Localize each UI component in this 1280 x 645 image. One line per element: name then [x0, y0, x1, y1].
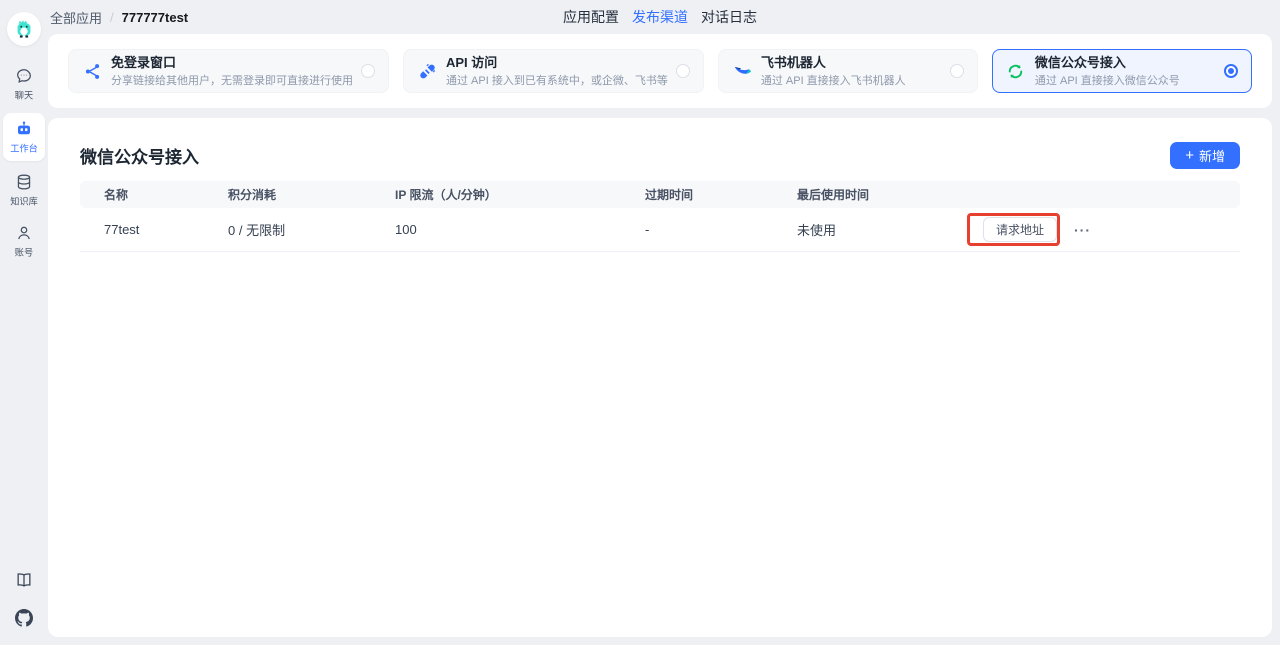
breadcrumb: 全部应用 / 777777test: [48, 8, 188, 27]
col-header-name: 名称: [80, 186, 204, 203]
chat-icon: [15, 67, 33, 85]
github-icon[interactable]: [15, 609, 33, 627]
cell-name: 77test: [80, 222, 204, 237]
card-desc: 通过 API 接入到已有系统中，或企微、飞书等: [446, 72, 668, 88]
card-wechat-official-account[interactable]: 微信公众号接入 通过 API 直接接入微信公众号: [992, 49, 1252, 93]
sidebar-item-label: 账号: [15, 245, 33, 259]
sidebar-item-chat[interactable]: 聊天: [3, 62, 45, 106]
sidebar-item-label: 聊天: [15, 88, 33, 102]
card-desc: 通过 API 直接接入飞书机器人: [761, 72, 942, 88]
card-no-login-window[interactable]: 免登录窗口 分享链接给其他用户，无需登录即可直接进行使用: [68, 49, 389, 93]
col-header-ip-limit: IP 限流（人/分钟）: [371, 186, 621, 203]
radio-checked-icon[interactable]: [1224, 64, 1238, 78]
tab-app-config[interactable]: 应用配置: [563, 7, 619, 27]
app-logo-robot-icon: [13, 18, 35, 40]
account-icon: [15, 224, 33, 242]
main-area: 全部应用 / 777777test 应用配置 发布渠道 对话日志 免登录窗口 分…: [48, 0, 1280, 637]
wechat-official-icon: [1006, 62, 1026, 81]
cell-last-used: 未使用: [773, 220, 955, 239]
cell-expire: -: [621, 222, 773, 237]
card-api-access[interactable]: API 访问 通过 API 接入到已有系统中，或企微、飞书等: [403, 49, 704, 93]
card-title: 免登录窗口: [111, 55, 353, 70]
card-desc: 通过 API 直接接入微信公众号: [1035, 72, 1216, 88]
add-button[interactable]: + 新增: [1170, 142, 1240, 169]
wechat-section-panel: 微信公众号接入 + 新增 名称 积分消耗 IP 限流（人/分钟） 过期时间 最后…: [48, 118, 1272, 637]
request-url-button[interactable]: 请求地址: [983, 217, 1057, 242]
col-header-last-used: 最后使用时间: [773, 186, 955, 203]
share-icon: [82, 62, 102, 81]
cell-points: 0 / 无限制: [204, 220, 371, 239]
radio-unchecked-icon[interactable]: [676, 64, 690, 78]
col-header-expire: 过期时间: [621, 186, 773, 203]
top-tabs: 应用配置 发布渠道 对话日志: [563, 7, 757, 27]
sidebar-nav: 聊天 工作台 知识库: [3, 62, 45, 270]
tab-chat-logs[interactable]: 对话日志: [701, 7, 757, 27]
add-button-label: 新增: [1199, 146, 1225, 165]
plus-icon: +: [1185, 148, 1194, 163]
tab-publish-channel[interactable]: 发布渠道: [632, 7, 688, 27]
channel-cards-panel: 免登录窗口 分享链接给其他用户，无需登录即可直接进行使用 API 访问 通过 A…: [48, 34, 1272, 108]
sidebar-item-knowledge-base[interactable]: 知识库: [3, 168, 45, 212]
sidebar-item-workbench[interactable]: 工作台: [3, 113, 45, 161]
section-title: 微信公众号接入: [80, 143, 199, 168]
sidebar: 聊天 工作台 知识库: [0, 0, 48, 645]
feishu-icon: [732, 62, 752, 81]
radio-unchecked-icon[interactable]: [950, 64, 964, 78]
breadcrumb-all-apps[interactable]: 全部应用: [50, 8, 102, 27]
topbar: 全部应用 / 777777test 应用配置 发布渠道 对话日志: [48, 0, 1272, 34]
api-plug-icon: [417, 62, 437, 81]
breadcrumb-current-app: 777777test: [122, 10, 189, 25]
sidebar-item-account[interactable]: 账号: [3, 219, 45, 263]
table-row: 77test 0 / 无限制 100 - 未使用 请求地址 ···: [80, 208, 1240, 252]
docs-book-icon[interactable]: [15, 571, 33, 589]
workbench-robot-icon: [15, 120, 33, 138]
card-title: 飞书机器人: [761, 55, 942, 70]
card-feishu-bot[interactable]: 飞书机器人 通过 API 直接接入飞书机器人: [718, 49, 978, 93]
card-desc: 分享链接给其他用户，无需登录即可直接进行使用: [111, 72, 353, 88]
more-menu-icon[interactable]: ···: [1074, 223, 1091, 237]
radio-unchecked-icon[interactable]: [361, 64, 375, 78]
knowledge-base-icon: [15, 173, 33, 191]
breadcrumb-separator: /: [110, 10, 114, 25]
col-header-points: 积分消耗: [204, 186, 371, 203]
sidebar-bottom: [15, 571, 33, 627]
card-title: 微信公众号接入: [1035, 55, 1216, 70]
cell-ip-limit: 100: [371, 222, 621, 237]
sidebar-item-label: 知识库: [10, 194, 38, 208]
channels-table: 名称 积分消耗 IP 限流（人/分钟） 过期时间 最后使用时间 77test 0…: [80, 181, 1240, 252]
sidebar-item-label: 工作台: [10, 141, 38, 155]
table-header-row: 名称 积分消耗 IP 限流（人/分钟） 过期时间 最后使用时间: [80, 181, 1240, 208]
card-title: API 访问: [446, 55, 668, 70]
app-avatar[interactable]: [7, 12, 41, 46]
